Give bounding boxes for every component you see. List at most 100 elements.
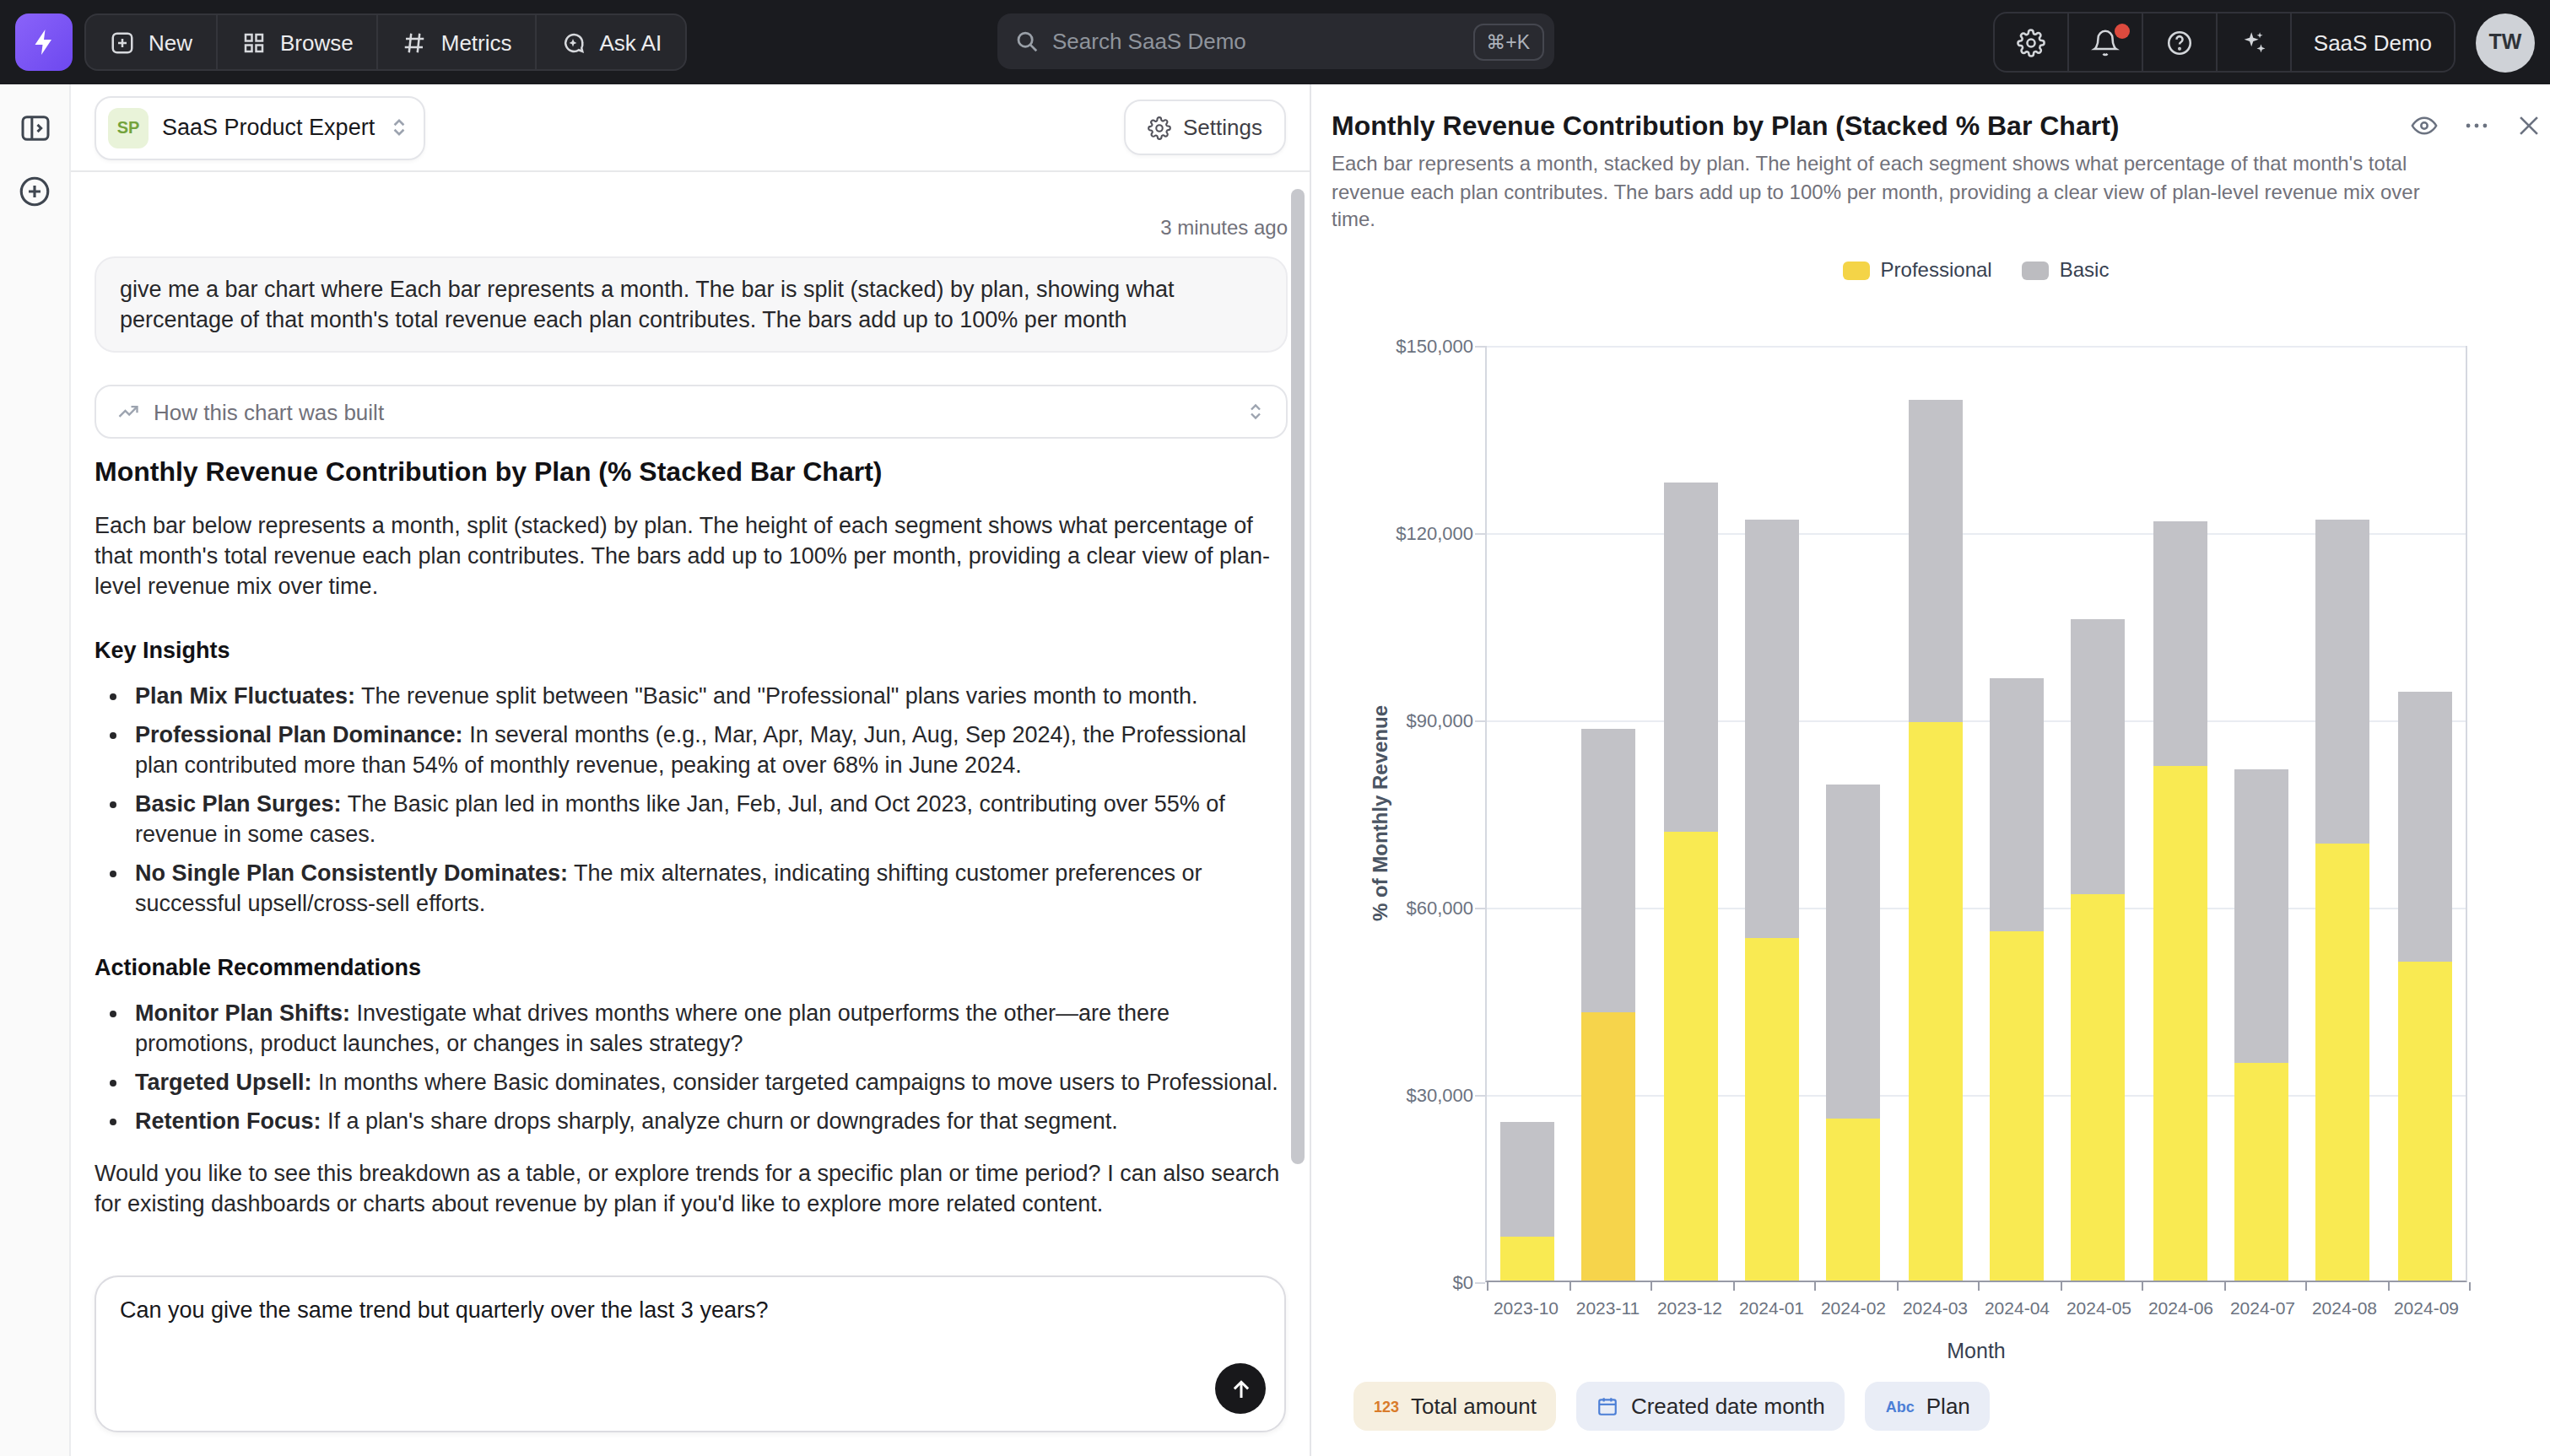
notifications-button[interactable] bbox=[2067, 13, 2142, 71]
ai-sparkles-button[interactable] bbox=[2216, 13, 2290, 71]
user-avatar[interactable]: TW bbox=[2476, 13, 2535, 72]
y-tick-label: $150,000 bbox=[1338, 336, 1473, 356]
chart-field-tags: 123Total amount Created date month AbcPlan bbox=[1353, 1382, 1991, 1431]
more-options-icon[interactable] bbox=[2462, 111, 2491, 140]
bar-2024-09[interactable] bbox=[2398, 692, 2452, 1281]
insight-item: No Single Plan Consistently Dominates: T… bbox=[135, 859, 1288, 919]
chart-panel-title: Monthly Revenue Contribution by Plan (St… bbox=[1332, 111, 2119, 142]
segment-basic[interactable] bbox=[1745, 519, 1799, 937]
chart-plot-area: $0$30,000$60,000$90,000$120,000$150,000 bbox=[1485, 346, 2467, 1282]
bar-band bbox=[1976, 678, 2058, 1281]
new-button[interactable]: New bbox=[84, 13, 218, 71]
segment-professional[interactable] bbox=[1582, 1012, 1636, 1281]
search-icon bbox=[1013, 29, 1039, 54]
bar-2024-06[interactable] bbox=[2153, 522, 2207, 1281]
y-tick bbox=[1475, 1095, 1485, 1097]
legend-item-professional[interactable]: Professional bbox=[1844, 258, 1992, 282]
ask-ai-button[interactable]: Ask AI bbox=[536, 13, 688, 71]
recommendation-item: Monitor Plan Shifts: Investigate what dr… bbox=[135, 999, 1288, 1060]
segment-basic[interactable] bbox=[1582, 729, 1636, 1012]
segment-basic[interactable] bbox=[2072, 619, 2126, 894]
bar-2023-11[interactable] bbox=[1582, 729, 1636, 1281]
bar-band bbox=[1650, 483, 1732, 1281]
metrics-button[interactable]: Metrics bbox=[377, 13, 538, 71]
bar-2024-01[interactable] bbox=[1745, 519, 1799, 1281]
segment-professional[interactable] bbox=[2072, 893, 2126, 1281]
bar-2023-10[interactable] bbox=[1500, 1122, 1554, 1281]
bar-band bbox=[1569, 729, 1650, 1281]
x-axis-labels: 2023-102023-112023-122024-012024-022024-… bbox=[1485, 1297, 2467, 1318]
chart-steps-icon bbox=[116, 400, 140, 423]
x-tick-label: 2024-08 bbox=[2304, 1297, 2385, 1318]
x-tick bbox=[1569, 1282, 1570, 1291]
bar-2024-04[interactable] bbox=[1990, 678, 2044, 1281]
bar-2024-08[interactable] bbox=[2316, 519, 2370, 1281]
segment-professional[interactable] bbox=[1664, 831, 1718, 1281]
segment-professional[interactable] bbox=[1909, 722, 1963, 1281]
y-tick bbox=[1475, 346, 1485, 348]
x-tick bbox=[2387, 1282, 2389, 1291]
x-tick bbox=[1814, 1282, 1816, 1291]
browse-button[interactable]: Browse bbox=[216, 13, 379, 71]
how-built-expander[interactable]: How this chart was built bbox=[95, 385, 1288, 439]
segment-basic[interactable] bbox=[2398, 692, 2452, 962]
x-tick bbox=[1487, 1282, 1488, 1291]
segment-professional[interactable] bbox=[2234, 1062, 2288, 1281]
search-input[interactable]: Search SaaS Demo ⌘+K bbox=[997, 13, 1553, 69]
segment-basic[interactable] bbox=[2316, 519, 2370, 844]
chart-panel-description: Each bar represents a month, stacked by … bbox=[1332, 150, 2428, 234]
segment-professional[interactable] bbox=[2153, 766, 2207, 1281]
segment-professional[interactable] bbox=[1827, 1119, 1881, 1281]
top-navbar: New Browse Metrics Ask AI Search SaaS De… bbox=[0, 0, 2550, 84]
segment-basic[interactable] bbox=[1664, 483, 1718, 831]
metrics-button-label: Metrics bbox=[441, 30, 512, 55]
field-tag-created-date-month[interactable]: Created date month bbox=[1577, 1382, 1845, 1431]
field-tag-total-amount[interactable]: 123Total amount bbox=[1353, 1382, 1557, 1431]
bar-2023-12[interactable] bbox=[1664, 483, 1718, 1281]
segment-professional[interactable] bbox=[1500, 1237, 1554, 1281]
send-button[interactable] bbox=[1215, 1363, 1266, 1414]
bar-2024-05[interactable] bbox=[2072, 619, 2126, 1281]
segment-professional[interactable] bbox=[2398, 963, 2452, 1281]
legend-label: Professional bbox=[1881, 258, 1992, 282]
bar-2024-03[interactable] bbox=[1909, 401, 1963, 1281]
bar-2024-07[interactable] bbox=[2234, 768, 2288, 1281]
y-tick bbox=[1475, 908, 1485, 909]
segment-professional[interactable] bbox=[1990, 931, 2044, 1281]
help-icon bbox=[2165, 28, 2194, 57]
calendar-icon bbox=[1597, 1395, 1619, 1417]
settings-button-label: Settings bbox=[1183, 115, 1262, 140]
close-icon[interactable] bbox=[2515, 111, 2543, 140]
segment-basic[interactable] bbox=[1909, 401, 1963, 722]
legend-item-basic[interactable]: Basic bbox=[2023, 258, 2110, 282]
chat-scrollbar[interactable] bbox=[1291, 189, 1305, 1164]
user-message-bubble: give me a bar chart where Each bar repre… bbox=[95, 256, 1288, 353]
chevron-updown-icon bbox=[388, 116, 410, 138]
segment-professional[interactable] bbox=[2316, 844, 2370, 1281]
new-chat-icon[interactable] bbox=[17, 174, 52, 209]
segment-basic[interactable] bbox=[1500, 1122, 1554, 1237]
project-selector[interactable]: SaaS Demo bbox=[2290, 13, 2454, 71]
segment-basic[interactable] bbox=[2234, 768, 2288, 1062]
segment-professional[interactable] bbox=[1745, 937, 1799, 1281]
bar-band bbox=[2384, 692, 2466, 1281]
x-tick-label: 2023-12 bbox=[1649, 1297, 1731, 1318]
sidebar-toggle-icon[interactable] bbox=[18, 111, 51, 145]
field-tag-plan[interactable]: AbcPlan bbox=[1866, 1382, 1991, 1431]
segment-basic[interactable] bbox=[1990, 678, 2044, 931]
agent-selector[interactable]: SP SaaS Product Expert bbox=[95, 95, 425, 159]
app-logo[interactable] bbox=[15, 13, 73, 71]
x-tick-label: 2024-05 bbox=[2058, 1297, 2140, 1318]
markdown-intro: Each bar below represents a month, split… bbox=[95, 511, 1288, 602]
chat-input[interactable]: Can you give the same trend but quarterl… bbox=[95, 1275, 1286, 1432]
help-button[interactable] bbox=[2142, 13, 2216, 71]
agent-settings-button[interactable]: Settings bbox=[1124, 100, 1286, 155]
bar-2024-02[interactable] bbox=[1827, 785, 1881, 1281]
recommendation-item: Targeted Upsell: In months where Basic d… bbox=[135, 1068, 1288, 1098]
eye-icon[interactable] bbox=[2410, 111, 2439, 140]
browse-button-label: Browse bbox=[280, 30, 354, 55]
segment-basic[interactable] bbox=[1827, 785, 1881, 1119]
search-shortcut-badge: ⌘+K bbox=[1472, 23, 1543, 60]
segment-basic[interactable] bbox=[2153, 522, 2207, 766]
settings-gear-button[interactable] bbox=[1995, 13, 2067, 71]
